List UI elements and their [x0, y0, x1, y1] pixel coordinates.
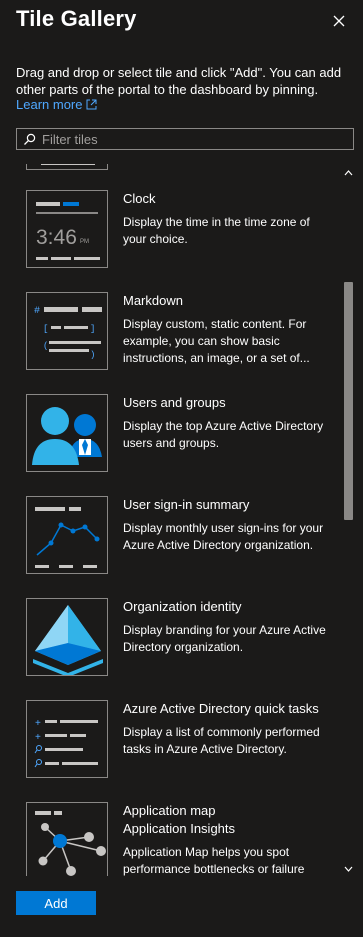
- tile-description: Display branding for your Azure Active D…: [123, 623, 326, 654]
- tile-title: User sign-in summary: [123, 497, 250, 512]
- tile-list[interactable]: 3:46 PM Clock Display the time in the ti…: [16, 164, 342, 876]
- tile-clock[interactable]: 3:46 PM Clock Display the time in the ti…: [26, 190, 336, 274]
- tile-thumbnail-partial[interactable]: [26, 164, 108, 170]
- tile-title: Azure Active Directory quick tasks: [123, 701, 319, 716]
- svg-text:+: +: [35, 718, 41, 729]
- tile-description: Application Map helps you spot performan…: [123, 845, 305, 876]
- add-button[interactable]: Add: [16, 891, 96, 915]
- learn-more-label: Learn more: [16, 97, 83, 112]
- tile-application-map[interactable]: Application map Application Insights App…: [26, 802, 336, 876]
- tile-azure-ad-quick-tasks[interactable]: + + Azure Active Directory quick tasks D…: [26, 700, 336, 784]
- quick-tasks-tile-thumbnail[interactable]: + +: [26, 700, 108, 778]
- learn-more-link[interactable]: Learn more: [16, 97, 97, 112]
- scroll-up-icon[interactable]: [343, 166, 354, 180]
- clock-tile-thumbnail[interactable]: 3:46 PM: [26, 190, 108, 268]
- scroll-down-icon[interactable]: [343, 862, 354, 876]
- svg-text:]: ]: [90, 324, 95, 334]
- clock-thumb-ampm: PM: [80, 239, 89, 245]
- tile-description: Display monthly user sign-ins for your A…: [123, 521, 324, 552]
- tile-users-and-groups[interactable]: Users and groups Display the top Azure A…: [26, 394, 336, 478]
- svg-text:(: (: [43, 341, 48, 351]
- svg-text:#: #: [34, 306, 40, 317]
- tile-description: Display a list of commonly performed tas…: [123, 725, 320, 756]
- clock-thumb-time: 3:46: [36, 226, 77, 249]
- tile-markdown[interactable]: # [ ] ( ) Markdown Display custom, stati…: [26, 292, 336, 376]
- tile-subtitle: Application Insights: [123, 821, 236, 836]
- tile-description: Display the time in the time zone of you…: [123, 215, 310, 246]
- organization-identity-tile-thumbnail[interactable]: [26, 598, 108, 676]
- tile-title: Users and groups: [123, 395, 226, 410]
- tile-title: Application map: [123, 803, 216, 818]
- tile-description: Display the top Azure Active Directory u…: [123, 419, 324, 450]
- users-groups-tile-thumbnail[interactable]: [26, 394, 108, 472]
- tile-title: Clock: [123, 191, 156, 206]
- search-icon: [24, 133, 36, 145]
- tile-description: Display custom, static content. For exam…: [123, 317, 310, 365]
- svg-text:): ): [90, 350, 95, 360]
- panel-description: Drag and drop or select tile and click "…: [16, 65, 342, 97]
- tile-list-scrollbar[interactable]: [343, 164, 354, 876]
- tile-title: Organization identity: [123, 599, 242, 614]
- markdown-tile-thumbnail[interactable]: # [ ] ( ): [26, 292, 108, 370]
- tile-gallery-panel: Tile Gallery Drag and drop or select til…: [0, 0, 363, 937]
- svg-text:[: [: [43, 324, 48, 334]
- close-icon[interactable]: [328, 10, 350, 32]
- application-map-tile-thumbnail[interactable]: [26, 802, 108, 876]
- tile-title: Markdown: [123, 293, 183, 308]
- tile-user-sign-in-summary[interactable]: User sign-in summary Display monthly use…: [26, 496, 336, 580]
- filter-tiles-search[interactable]: [16, 128, 354, 150]
- svg-text:+: +: [35, 732, 41, 743]
- filter-tiles-input[interactable]: [40, 130, 344, 148]
- sign-in-summary-tile-thumbnail[interactable]: [26, 496, 108, 574]
- tile-organization-identity[interactable]: Organization identity Display branding f…: [26, 598, 336, 682]
- panel-title: Tile Gallery: [16, 6, 137, 31]
- external-link-icon: [86, 99, 97, 110]
- scrollbar-thumb[interactable]: [344, 282, 353, 520]
